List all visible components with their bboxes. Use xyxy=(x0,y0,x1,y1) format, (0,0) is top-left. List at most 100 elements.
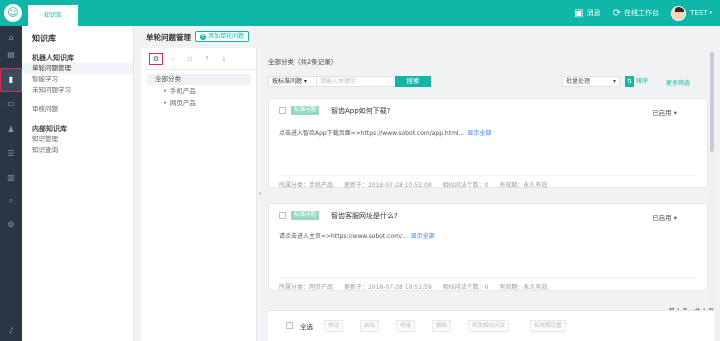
answer-text: 点击进入智齿App下载页面=>https://www.sobot.com/app… xyxy=(279,128,491,137)
avatar xyxy=(671,5,687,21)
status-label: 已启用 xyxy=(652,214,672,222)
meta-updated: 更新于：2018-07-28 10:51:59 xyxy=(343,284,432,291)
arrow-up-icon[interactable]: ↑ xyxy=(200,55,214,63)
sidebar-item-single-question[interactable]: 单轮问题管理 xyxy=(22,63,133,74)
delete-button[interactable]: 删除 xyxy=(432,320,452,332)
answer-text: 请点击进入主页=>https://www.sobot.com/... 显示全部 xyxy=(279,231,435,240)
stats-icon[interactable]: ▥ xyxy=(0,171,22,185)
batch-select-value: 批量处理 xyxy=(566,78,591,85)
home-icon[interactable]: ⌂ xyxy=(0,31,22,45)
sidebar-item-review[interactable]: 审核问题 xyxy=(22,104,133,115)
plus-icon: + xyxy=(200,33,206,40)
refresh-icon: ⟳ xyxy=(612,7,622,19)
meta-category: 所属分类：手机产品 xyxy=(279,182,334,189)
workspace-button[interactable]: ⟳ 在线工作台 xyxy=(613,8,659,19)
gear-icon[interactable]: ⚙ xyxy=(149,52,163,65)
top-bar: ☺ 知识库 ▣ 消息 ⟳ 在线工作台 TEST ▾ xyxy=(0,0,720,26)
delete-icon[interactable]: ▫ xyxy=(183,55,197,63)
top-right-area: ▣ 消息 ⟳ 在线工作台 TEST ▾ xyxy=(562,0,712,26)
status-dropdown[interactable]: 已启用 ▾ xyxy=(652,107,677,117)
answer-body: 请点击进入主页=>https://www.sobot.com/... xyxy=(279,233,408,240)
tree-item-web[interactable]: 网页产品 xyxy=(141,97,256,109)
card-checkbox[interactable] xyxy=(279,107,286,114)
select-all-label: 全选 xyxy=(300,323,313,331)
more-filter-link[interactable]: 更多筛选 xyxy=(666,78,690,87)
sidebar-item-knowledge-manage[interactable]: 知识管理 xyxy=(22,134,133,145)
meta-similar: 相似问法个数：0 xyxy=(442,284,489,291)
breadcrumb: 全部分类（共2条记录） xyxy=(268,58,338,66)
logo-icon: ☺ xyxy=(4,4,22,22)
answer-body: 点击进入智齿App下载页面=>https://www.sobot.com/app… xyxy=(279,130,465,137)
batch-action-bar: 全选 移动 启用 停用 删除 修改相似问法 有效期设置 xyxy=(268,310,714,341)
workspace-label: 在线工作台 xyxy=(624,9,660,17)
chat-icon[interactable]: ▤ xyxy=(0,48,22,62)
question-card: 标准问题 智齿客服网址是什么? 已启用 ▾ 请点击进入主页=>https://w… xyxy=(268,203,708,291)
list-icon[interactable]: ☰ xyxy=(0,147,22,161)
show-all-link[interactable]: 显示全部 xyxy=(467,130,491,137)
search-icon[interactable]: ⌕ xyxy=(0,194,22,208)
disable-button[interactable]: 停用 xyxy=(396,320,416,332)
sort-button[interactable]: ⇅ 排序 xyxy=(625,76,648,87)
question-card: 标准问题 智齿App如何下载? 已启用 ▾ 点击进入智齿App下载页面=>htt… xyxy=(268,98,708,189)
messages-label: 消息 xyxy=(586,9,601,17)
arrow-down-icon[interactable]: ↓ xyxy=(217,55,231,63)
tree-item-mobile[interactable]: 手机产品 xyxy=(141,85,256,97)
category-tree-panel: ⚙ ‹ ▫ ↑ ↓ 全部分类 手机产品 网页产品 xyxy=(141,48,257,341)
sidebar-item-knowledge-query[interactable]: 知识查询 xyxy=(22,145,133,156)
filter-type-value: 按标准问题 xyxy=(272,78,303,85)
sidebar: 知识库 机器人知识库 单轮问题管理 智能学习 未知问题学习 审核问题 内部知识库… xyxy=(22,26,134,341)
add-question-button[interactable]: + 添加单轮问题 xyxy=(195,31,250,42)
status-label: 已启用 xyxy=(652,109,672,117)
message-icon[interactable]: ▭ xyxy=(0,97,22,111)
meta-validity: 有效期：永久有效 xyxy=(499,182,548,189)
question-text[interactable]: 智齿客服网址是什么? xyxy=(331,211,398,221)
add-question-label: 添加单轮问题 xyxy=(208,33,245,40)
knowledge-base-icon[interactable]: ▮ xyxy=(0,68,22,92)
chevron-left-icon[interactable]: ‹ xyxy=(166,55,180,63)
tree-root[interactable]: 全部分类 xyxy=(147,74,250,85)
sidebar-group-internal: 内部知识库 xyxy=(32,125,67,133)
validity-button[interactable]: 有效期设置 xyxy=(530,320,566,332)
user-icon[interactable]: ♟ xyxy=(0,123,22,137)
bell-icon[interactable]: ♪ xyxy=(0,324,22,338)
meta-similar: 相似问法个数：0 xyxy=(442,182,489,189)
question-text[interactable]: 智齿App如何下载? xyxy=(331,106,390,116)
meta-category: 所属分类：网页产品 xyxy=(279,284,334,291)
question-tag: 标准问题 xyxy=(291,211,320,220)
chevron-down-icon: ▾ xyxy=(709,10,712,16)
scrollbar-thumb[interactable] xyxy=(710,52,714,152)
sort-label: 排序 xyxy=(635,78,648,85)
select-all-checkbox[interactable] xyxy=(286,322,293,329)
enable-button[interactable]: 启用 xyxy=(360,320,380,332)
left-nav: ⌂ ▤ ▮ ▭ ♟ ☰ ▥ ⌕ ⚙ ♪ xyxy=(0,26,22,341)
meta-validity: 有效期：永久有效 xyxy=(499,284,548,291)
page-title: 单轮问题管理 xyxy=(146,33,191,42)
edit-similar-button[interactable]: 修改相似问法 xyxy=(468,320,510,332)
message-icon: ▣ xyxy=(574,7,584,19)
tree-toolbar: ⚙ ‹ ▫ ↑ ↓ xyxy=(141,48,256,70)
batch-select[interactable]: 批量处理 ▾ xyxy=(562,76,620,87)
status-dropdown[interactable]: 已启用 ▾ xyxy=(652,212,677,222)
sidebar-item-smart-learning[interactable]: 智能学习 xyxy=(22,74,133,85)
messages-button[interactable]: ▣ 消息 xyxy=(574,8,600,19)
filter-type-select[interactable]: 按标准问题 ▾ xyxy=(268,76,318,87)
card-meta: 所属分类：网页产品 更新于：2018-07-28 10:51:59 相似问法个数… xyxy=(279,277,697,291)
user-menu[interactable]: TEST ▾ xyxy=(671,5,712,21)
sidebar-item-unknown-learning[interactable]: 未知问题学习 xyxy=(22,85,133,96)
move-button[interactable]: 移动 xyxy=(324,320,344,332)
sidebar-title: 知识库 xyxy=(32,34,56,43)
gear-icon[interactable]: ⚙ xyxy=(0,218,22,232)
tab-knowledge-base[interactable]: 知识库 xyxy=(28,5,78,26)
sort-icon: ⇅ xyxy=(625,76,635,87)
sidebar-group-robot: 机器人知识库 xyxy=(32,54,74,62)
collapse-handle-icon[interactable]: ◂ xyxy=(258,190,261,197)
user-name: TEST xyxy=(690,9,708,17)
question-tag: 标准问题 xyxy=(291,106,320,115)
card-checkbox[interactable] xyxy=(279,212,286,219)
meta-updated: 更新于：2018-07-28 10:52:08 xyxy=(343,182,432,189)
card-meta: 所属分类：手机产品 更新于：2018-07-28 10:52:08 相似问法个数… xyxy=(279,175,697,189)
content-area: 全部分类（共2条记录） 按标准问题 ▾ 请输入关键字 搜索 批量处理 ▾ ⇅ 排… xyxy=(262,48,714,341)
show-all-link[interactable]: 显示全部 xyxy=(411,233,435,240)
search-input[interactable]: 请输入关键字 xyxy=(316,76,396,87)
search-button[interactable]: 搜索 xyxy=(395,76,431,87)
